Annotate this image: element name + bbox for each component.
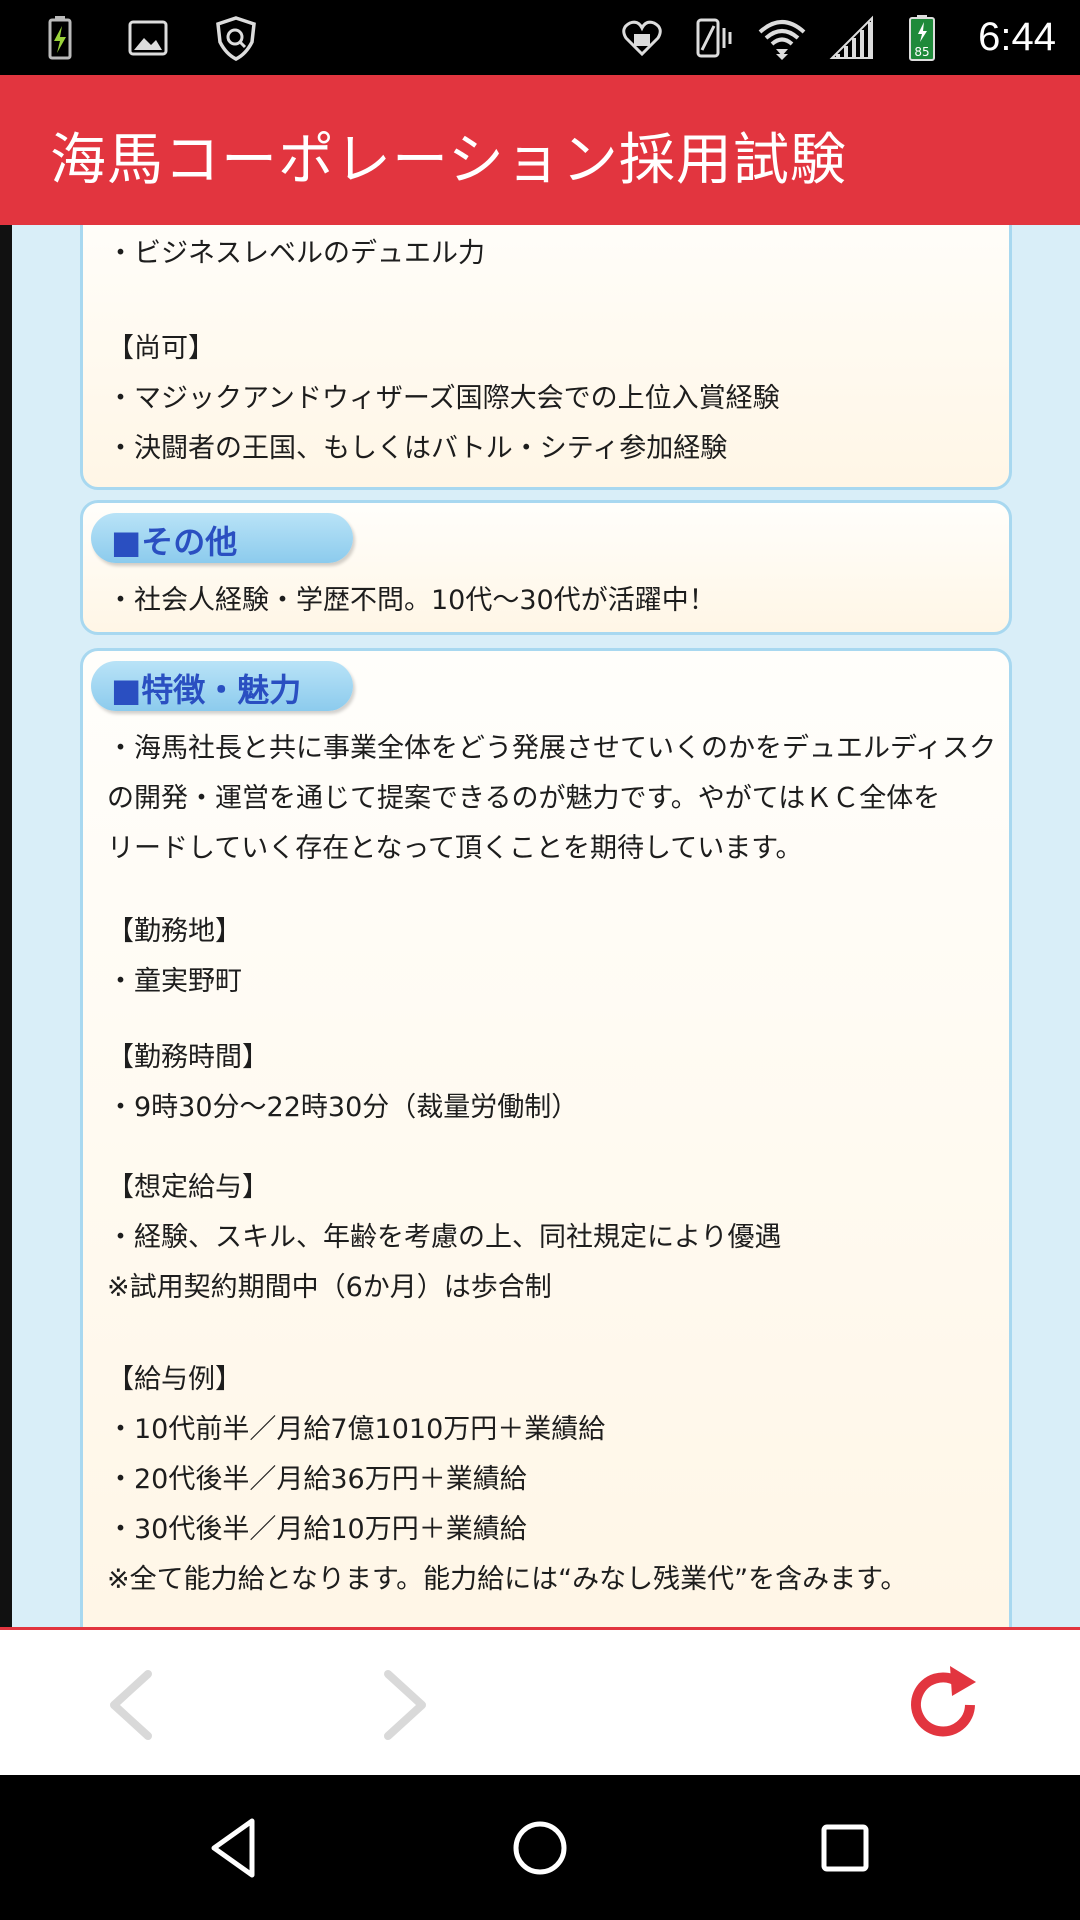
- salary-footnote: ※全て能力給となります。能力給には“みなし残業代”を含みます。: [107, 1564, 908, 1595]
- other-line: ・社会人経験・学歴不問。10代〜30代が活躍中！: [107, 585, 716, 616]
- system-recents-icon[interactable]: [810, 1813, 880, 1883]
- section-title: ■その他: [111, 523, 238, 561]
- qualifications-card: ・ビジネスレベルのデュエル力 【尚可】 ・マジックアンドウィザーズ国際大会での上…: [80, 225, 1012, 490]
- section-pill-other: ■その他: [91, 513, 353, 563]
- forward-arrow-icon[interactable]: [358, 1660, 448, 1750]
- section-pill-features: ■特徴・魅力: [91, 661, 353, 711]
- preferred-line: ・決闘者の王国、もしくはバトル・シティ参加経験: [107, 433, 728, 464]
- vibrate-icon: [696, 18, 732, 57]
- status-bar: 85 6:44: [0, 0, 1080, 75]
- back-arrow-icon[interactable]: [90, 1660, 180, 1750]
- hours-heading: 【勤務時間】: [107, 1042, 269, 1073]
- salary-text: ・経験、スキル、年齢を考慮の上、同社規定により優遇: [107, 1222, 782, 1253]
- clock-time: 6:44: [978, 15, 1056, 59]
- hours-text: ・9時30分〜22時30分（裁量労働制）: [107, 1092, 579, 1123]
- heart-notification-icon: [622, 20, 662, 56]
- salary-example: ・20代後半／月給36万円＋業績給: [107, 1464, 527, 1495]
- salary-heading: 【想定給与】: [107, 1172, 269, 1203]
- web-content[interactable]: ・ビジネスレベルのデュエル力 【尚可】 ・マジックアンドウィザーズ国際大会での上…: [0, 225, 1080, 1627]
- intro-line: ・海馬社長と共に事業全体をどう発展させていくのかをデュエルディスク: [107, 733, 997, 764]
- browser-nav-bar: [0, 1630, 1080, 1775]
- battery-level-text: 85: [915, 45, 930, 59]
- battery-charging-icon: [48, 16, 72, 60]
- system-home-icon[interactable]: [505, 1813, 575, 1883]
- preferred-line: ・マジックアンドウィザーズ国際大会での上位入賞経験: [107, 383, 780, 414]
- preferred-heading: 【尚可】: [107, 333, 215, 364]
- requirement-line: ・ビジネスレベルのデュエル力: [107, 238, 485, 269]
- app-bar: 海馬コーポレーション採用試験: [0, 75, 1080, 225]
- system-back-icon[interactable]: [200, 1813, 270, 1883]
- salary-example: ・10代前半／月給7億1010万円＋業績給: [107, 1414, 606, 1445]
- system-nav-bar: [0, 1775, 1080, 1920]
- wifi-icon: [758, 19, 806, 60]
- reload-icon[interactable]: [900, 1660, 990, 1750]
- shield-icon: [216, 16, 256, 61]
- location-heading: 【勤務地】: [107, 916, 242, 947]
- salary-note: ※試用契約期間中（6か月）は歩合制: [107, 1272, 552, 1303]
- image-icon: [128, 20, 168, 56]
- other-card: ■その他 ・社会人経験・学歴不問。10代〜30代が活躍中！: [80, 500, 1012, 635]
- examples-heading: 【給与例】: [107, 1364, 242, 1395]
- intro-line: の開発・運営を通じて提案できるのが魅力です。やがてはＫＣ全体を: [107, 783, 941, 814]
- signal-icon: [829, 15, 874, 59]
- left-edge-bar: [0, 225, 12, 1627]
- salary-example: ・30代後半／月給10万円＋業績給: [107, 1514, 527, 1545]
- features-card: ■特徴・魅力 ・海馬社長と共に事業全体をどう発展させていくのかをデュエルディスク…: [80, 648, 1012, 1627]
- app-title: 海馬コーポレーション採用試験: [50, 128, 847, 193]
- intro-line: リードしていく存在となって頂くことを期待しています。: [107, 833, 803, 864]
- section-title: ■特徴・魅力: [111, 671, 302, 709]
- battery-icon: 85: [909, 14, 936, 61]
- location-text: ・童実野町: [107, 966, 242, 997]
